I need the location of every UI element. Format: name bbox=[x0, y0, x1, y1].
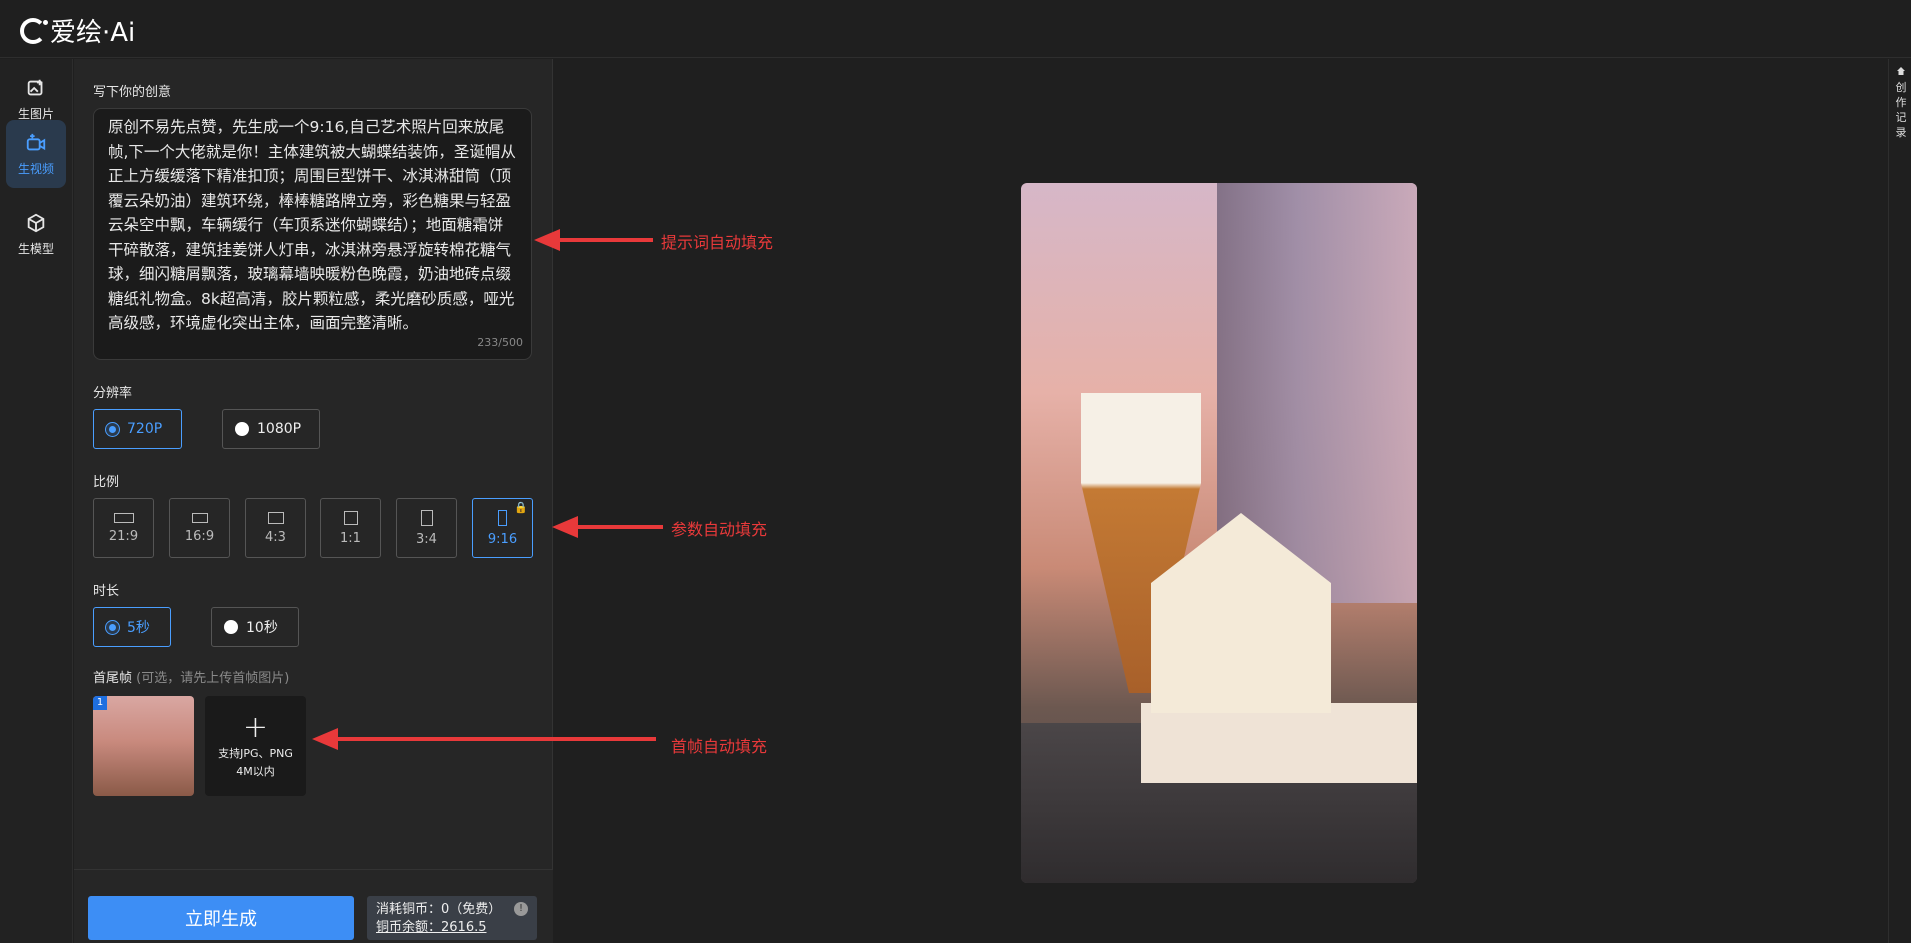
history-tab[interactable]: 创作记录 bbox=[1894, 65, 1908, 140]
option-label: 720P bbox=[127, 421, 163, 437]
upload-hint-line1: 支持JPG、PNG bbox=[218, 747, 293, 760]
ratio-text: 21:9 bbox=[108, 528, 139, 544]
frame-arrow bbox=[312, 728, 656, 750]
left-nav: 生图片 生视频 生模型 bbox=[0, 59, 73, 943]
lock-icon[interactable]: 🔒 bbox=[514, 501, 528, 514]
radio-dot bbox=[235, 422, 249, 436]
prompt-text: 原创不易先点赞，先生成一个9:16,自己艺术照片回来放尾帧,下一个大佬就是你！主… bbox=[108, 118, 516, 332]
top-bar: 爱绘·Ai bbox=[0, 0, 1911, 58]
nav-item-label: 生视频 bbox=[17, 161, 54, 176]
first-frame-thumbnail[interactable]: 1 bbox=[93, 696, 194, 796]
ratio-shape bbox=[267, 511, 284, 524]
preview-stage bbox=[554, 59, 1888, 943]
radio-dot bbox=[106, 422, 119, 436]
ratio-shape bbox=[191, 512, 208, 523]
panel-footer: 立即生成 消耗铜币：0（免费） 铜币余额：2616.5 ! bbox=[74, 869, 553, 943]
params-arrow bbox=[552, 516, 663, 538]
ratio-option-1-1[interactable]: 1:1 bbox=[320, 498, 381, 558]
ratio-shape bbox=[343, 510, 358, 525]
ratio-text: 1:1 bbox=[340, 530, 361, 546]
info-icon[interactable]: ! bbox=[514, 902, 528, 916]
upload-hint-line2: 4M以内 bbox=[236, 765, 275, 778]
option-label: 1080P bbox=[257, 421, 302, 437]
radio-dot bbox=[224, 620, 238, 634]
frame-annotation: 首帧自动填充 bbox=[671, 737, 768, 756]
logo-icon bbox=[20, 17, 48, 44]
ratio-option-4-3[interactable]: 4:3 bbox=[245, 498, 306, 558]
right-sidebar: 创作记录 bbox=[1888, 59, 1911, 943]
cube-icon bbox=[27, 213, 45, 232]
settings-panel: 写下你的创意 原创不易先点赞，先生成一个9:16,自己艺术照片回来放尾帧,下一个… bbox=[74, 59, 553, 943]
ratio-option-9-16[interactable]: 🔒 9:16 bbox=[472, 498, 533, 558]
home-icon bbox=[1897, 67, 1905, 75]
logo-text: 爱绘·Ai bbox=[50, 18, 136, 48]
prompt-label: 写下你的创意 bbox=[93, 85, 172, 100]
ratio-option-21-9[interactable]: 21:9 bbox=[93, 498, 154, 558]
nav-item-video[interactable]: 生视频 bbox=[6, 120, 66, 188]
plus-icon: + bbox=[242, 710, 269, 745]
ratio-text: 9:16 bbox=[487, 531, 518, 547]
prompt-char-count: 233/500 bbox=[477, 335, 523, 349]
ratio-option-16-9[interactable]: 16:9 bbox=[169, 498, 230, 558]
prompt-textarea[interactable]: 原创不易先点赞，先生成一个9:16,自己艺术照片回来放尾帧,下一个大佬就是你！主… bbox=[93, 108, 532, 360]
frame-index-badge: 1 bbox=[93, 696, 107, 710]
cost-info: 消耗铜币：0（免费） 铜币余额：2616.5 ! bbox=[367, 896, 537, 940]
upload-frame-button[interactable]: + 支持JPG、PNG 4M以内 bbox=[205, 696, 306, 796]
prompt-annotation: 提示词自动填充 bbox=[661, 233, 774, 252]
nav-item-label: 生图片 bbox=[17, 106, 54, 121]
resolution-720p-option[interactable]: 720P bbox=[93, 409, 182, 449]
app-logo[interactable]: 爱绘·Ai bbox=[20, 12, 135, 49]
frames-title: 首尾帧 bbox=[93, 671, 133, 686]
radio-dot bbox=[106, 620, 119, 634]
video-preview-image[interactable] bbox=[1021, 183, 1417, 883]
prompt-arrow bbox=[534, 229, 653, 251]
ratio-shape bbox=[113, 512, 134, 523]
option-label: 10秒 bbox=[246, 620, 278, 636]
ratio-shape bbox=[498, 509, 507, 526]
option-label: 5秒 bbox=[127, 620, 150, 636]
balance-link[interactable]: 铜币余额：2616.5 bbox=[376, 919, 528, 937]
nav-item-model[interactable]: 生模型 bbox=[6, 200, 66, 268]
cost-text: 消耗铜币：0（免费） bbox=[376, 902, 502, 917]
params-annotation: 参数自动填充 bbox=[671, 520, 768, 539]
ratio-shape bbox=[420, 509, 433, 526]
duration-5s-option[interactable]: 5秒 bbox=[93, 607, 171, 647]
image-plus-icon bbox=[27, 79, 43, 95]
frames-hint: (可选，请先上传首帧图片) bbox=[136, 671, 290, 686]
ratio-text: 4:3 bbox=[265, 529, 286, 545]
ratio-text: 3:4 bbox=[416, 531, 437, 547]
resolution-label: 分辨率 bbox=[93, 386, 133, 401]
cream-floor bbox=[1141, 703, 1417, 783]
video-plus-icon bbox=[26, 133, 46, 150]
frames-label: 首尾帧 (可选，请先上传首帧图片) bbox=[93, 667, 289, 686]
ratio-text: 16:9 bbox=[184, 528, 215, 544]
duration-10s-option[interactable]: 10秒 bbox=[211, 607, 299, 647]
generate-button[interactable]: 立即生成 bbox=[88, 896, 354, 940]
duration-label: 时长 bbox=[93, 584, 120, 599]
nav-item-label: 生模型 bbox=[17, 241, 54, 256]
ratio-label: 比例 bbox=[93, 475, 120, 490]
history-label: 创作记录 bbox=[1895, 81, 1907, 139]
resolution-1080p-option[interactable]: 1080P bbox=[222, 409, 320, 449]
ratio-option-3-4[interactable]: 3:4 bbox=[396, 498, 457, 558]
